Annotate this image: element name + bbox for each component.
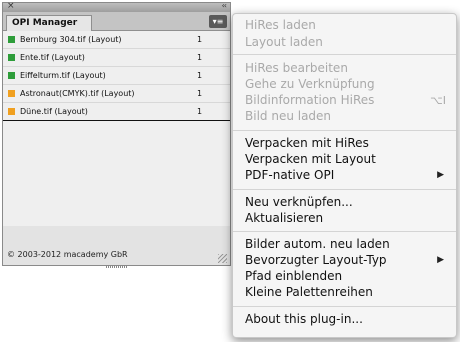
image-name: Eiffelturm.tif (Layout) (20, 71, 106, 80)
image-name: Ente.tif (Layout) (20, 53, 85, 62)
list-item[interactable]: Düne.tif (Layout) 1 (3, 103, 230, 121)
list-item[interactable]: Ente.tif (Layout) 1 (3, 49, 230, 67)
menu-item-verpacken-layout[interactable]: Verpacken mit Layout (245, 152, 376, 166)
drag-handle-icon[interactable] (106, 265, 128, 268)
status-square-icon (8, 90, 15, 97)
menu-item-verpacken-hires[interactable]: Verpacken mit HiRes (245, 136, 369, 150)
list-item[interactable]: Bernburg 304.tif (Layout) 1 (3, 31, 230, 49)
status-square-icon (8, 54, 15, 61)
menu-separator (233, 189, 456, 190)
image-name: Astronaut(CMYK).tif (Layout) (20, 89, 135, 98)
image-count: 1 (197, 71, 203, 80)
panel-footer: © 2003-2012 macademy GbR (3, 226, 230, 265)
image-list: Bernburg 304.tif (Layout) 1 Ente.tif (La… (3, 31, 230, 226)
menu-item-bevorzugter-layout-typ[interactable]: Bevorzugter Layout-Typ (245, 253, 387, 267)
menu-item-layout-laden: Layout laden (245, 35, 323, 49)
resize-grip-icon[interactable] (218, 254, 227, 263)
image-name: Düne.tif (Layout) (20, 107, 88, 116)
menu-separator (233, 231, 456, 232)
menu-separator (233, 306, 456, 307)
panel-menu-button[interactable]: ▾≡ (209, 15, 227, 28)
copyright-text: © 2003-2012 macademy GbR (7, 250, 128, 259)
image-name: Bernburg 304.tif (Layout) (20, 35, 122, 44)
image-count: 1 (197, 53, 203, 62)
menu-item-bildinformation-hires: Bildinformation HiRes (245, 93, 375, 107)
list-item[interactable]: Eiffelturm.tif (Layout) 1 (3, 67, 230, 85)
shortcut-bildinformation: ⌥I (430, 94, 446, 107)
close-icon[interactable]: × (7, 1, 15, 11)
status-square-icon (8, 72, 15, 79)
menu-item-pfad-einblenden[interactable]: Pfad einblenden (245, 269, 342, 283)
menu-separator (233, 54, 456, 55)
status-square-icon (8, 108, 15, 115)
menu-item-kleine-palettenreihen[interactable]: Kleine Palettenreihen (245, 285, 373, 299)
opi-manager-panel: × ‹‹ OPI Manager ▾≡ Bernburg 304.tif (La… (2, 1, 231, 268)
menu-item-bilder-autom-neu-laden[interactable]: Bilder autom. neu laden (245, 237, 390, 251)
menu-item-neu-verknuepfen[interactable]: Neu verknüpfen... (245, 195, 353, 209)
image-count: 1 (197, 107, 203, 116)
menu-item-hires-laden: HiRes laden (245, 18, 316, 32)
image-count: 1 (197, 89, 203, 98)
menu-item-aktualisieren[interactable]: Aktualisieren (245, 211, 323, 225)
menu-item-pdf-native-opi[interactable]: PDF-native OPI (245, 168, 334, 182)
menu-item-bild-neu-laden: Bild neu laden (245, 109, 332, 123)
submenu-arrow-icon: ▶ (437, 170, 444, 180)
menu-separator (233, 130, 456, 131)
collapse-icon[interactable]: ‹‹ (222, 1, 228, 10)
submenu-arrow-icon: ▶ (437, 255, 444, 265)
menu-item-hires-bearbeiten: HiRes bearbeiten (245, 61, 348, 75)
tab-opi-manager[interactable]: OPI Manager (6, 15, 93, 32)
panel-title-bar: × ‹‹ (3, 1, 230, 12)
list-item[interactable]: Astronaut(CMYK).tif (Layout) 1 (3, 85, 230, 103)
panel-tab-bar: OPI Manager ▾≡ (3, 12, 230, 32)
panel-context-menu: HiRes laden Layout laden HiRes bearbeite… (232, 13, 457, 338)
menu-item-about-plugin[interactable]: About this plug-in... (245, 312, 363, 326)
status-square-icon (8, 36, 15, 43)
image-count: 1 (197, 35, 203, 44)
menu-item-gehe-zu-verknuepfung: Gehe zu Verknüpfung (245, 77, 375, 91)
